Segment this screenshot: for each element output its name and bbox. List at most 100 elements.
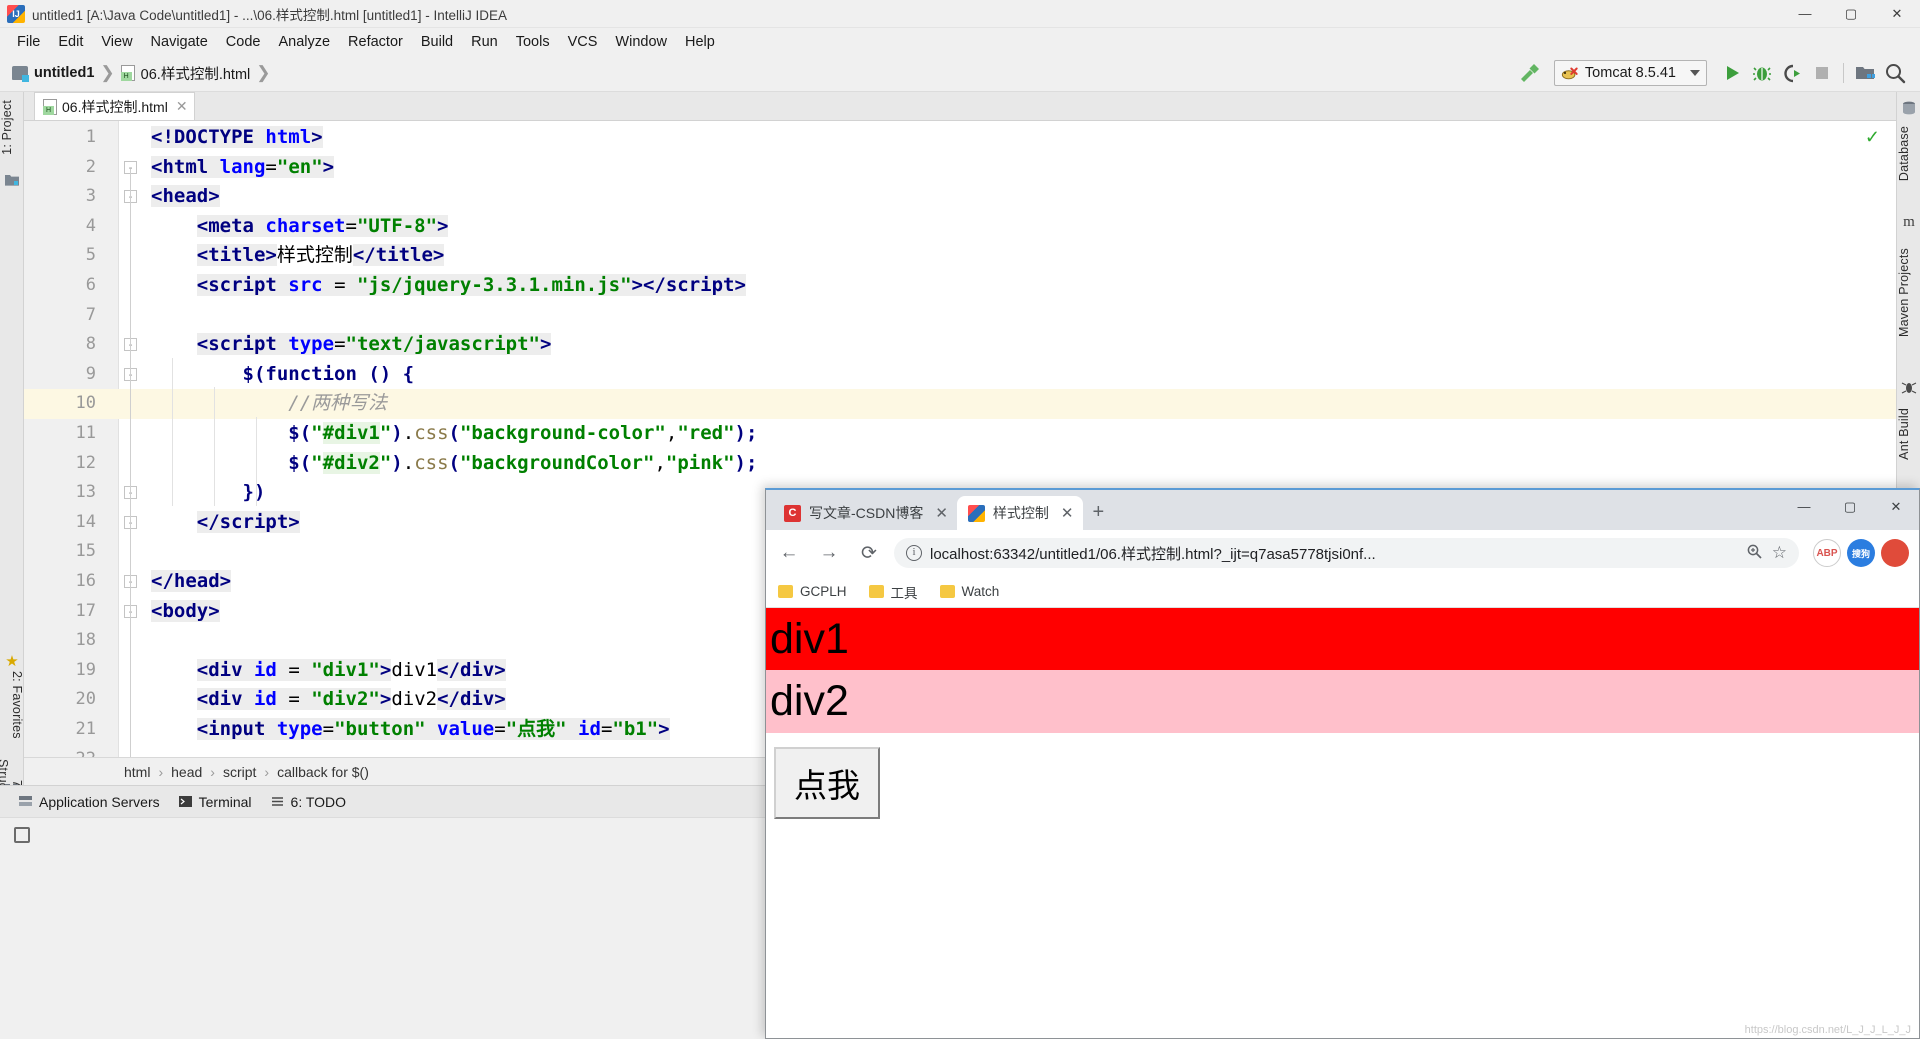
project-folder-icon — [12, 66, 29, 82]
menu-window[interactable]: Window — [606, 32, 676, 52]
menu-refactor[interactable]: Refactor — [339, 32, 412, 52]
menu-tools[interactable]: Tools — [507, 32, 559, 52]
stop-button[interactable] — [1807, 58, 1837, 88]
code-text: <body> — [151, 599, 220, 622]
tool-window-project[interactable]: 1: Project — [0, 96, 24, 159]
code-line[interactable] — [24, 301, 1896, 331]
navigation-bar: untitled1 ❯ 06.样式控制.html ❯ Tomca — [0, 55, 1920, 92]
chrome-browser-window[interactable]: C 写文章-CSDN博客 ✕ 样式控制 ✕ + — ▢ ✕ ← → ⟳ i lo… — [765, 488, 1920, 1039]
browser-tab-title: 样式控制 — [992, 505, 1049, 521]
editor-tab-style-control[interactable]: 06.样式控制.html ✕ — [34, 92, 195, 120]
inspection-ok-icon: ✓ — [1864, 127, 1880, 147]
new-tab-button[interactable]: + — [1093, 501, 1105, 524]
page-div1: div1 — [766, 608, 1919, 671]
tool-window-application-servers[interactable]: Application Servers — [18, 794, 160, 810]
menu-help[interactable]: Help — [676, 32, 724, 52]
menu-vcs[interactable]: VCS — [559, 32, 607, 52]
breadcrumb-file[interactable]: 06.样式控制.html — [141, 63, 251, 84]
page-div2: div2 — [766, 670, 1919, 733]
run-button[interactable] — [1717, 58, 1747, 88]
breadcrumb-callback[interactable]: callback for $() — [277, 764, 369, 780]
code-line[interactable] — [24, 182, 1896, 212]
menu-file[interactable]: File — [8, 32, 49, 52]
toolbar-divider — [1843, 63, 1844, 83]
browser-tab-style-control[interactable]: 样式控制 ✕ — [956, 496, 1083, 530]
menu-view[interactable]: View — [92, 32, 141, 52]
line-number: 2 — [85, 156, 96, 177]
run-with-coverage-button[interactable] — [1777, 58, 1807, 88]
zoom-icon[interactable] — [1746, 543, 1762, 563]
csdn-icon: C — [784, 504, 801, 522]
close-icon[interactable]: ✕ — [176, 98, 188, 115]
breadcrumb-script[interactable]: script — [223, 764, 256, 780]
line-number: 8 — [85, 334, 96, 355]
line-number: 13 — [75, 482, 96, 503]
database-icon — [1903, 101, 1915, 115]
line-number: 10 — [75, 393, 96, 414]
reload-button[interactable]: ⟳ — [852, 536, 886, 570]
search-everywhere-button[interactable] — [1880, 58, 1910, 88]
run-configuration-label: Tomcat 8.5.41 — [1584, 65, 1676, 81]
page-info-icon[interactable]: i — [906, 545, 922, 561]
breadcrumb-sep-icon: › — [158, 763, 164, 780]
code-text: <script src = "js/jquery-3.3.1.min.js"><… — [196, 274, 746, 296]
tool-window-todo[interactable]: 6: TODO — [270, 793, 347, 810]
maximize-button[interactable]: ▢ — [1828, 0, 1874, 28]
line-number: 11 — [75, 423, 96, 443]
code-text: <div id = "div1">div1</div> — [196, 658, 506, 681]
page-click-me-button[interactable]: 点我 — [774, 746, 880, 819]
line-number: 3 — [85, 186, 96, 207]
tool-window-database[interactable]: Database — [1897, 122, 1920, 185]
close-button[interactable]: ✕ — [1874, 0, 1920, 28]
browser-tab-csdn[interactable]: C 写文章-CSDN博客 ✕ — [773, 496, 957, 530]
back-button[interactable]: ← — [772, 536, 806, 570]
run-configuration-selector[interactable]: Tomcat 8.5.41 — [1553, 60, 1707, 86]
minimize-button[interactable]: — — [1782, 0, 1828, 28]
window-title-bar: untitled1 [A:\Java Code\untitled1] - ...… — [0, 0, 1920, 28]
menu-code[interactable]: Code — [217, 32, 270, 52]
hammer-icon[interactable] — [1514, 58, 1544, 88]
browser-maximize-button[interactable]: ▢ — [1827, 490, 1873, 523]
tool-window-maven-projects[interactable]: Maven Projects — [1897, 244, 1920, 341]
folder-icon — [939, 585, 955, 598]
menu-edit[interactable]: Edit — [49, 32, 92, 52]
tool-window-label: 6: TODO — [290, 793, 347, 810]
extension-blue-icon[interactable]: 搜狗 — [1847, 539, 1875, 567]
browser-minimize-button[interactable]: — — [1781, 490, 1827, 523]
extension-red-icon[interactable] — [1881, 539, 1909, 567]
code-text: <title>样式控制</title> — [196, 244, 445, 267]
breadcrumb-project[interactable]: untitled1 — [34, 65, 94, 81]
line-number: 1 — [85, 127, 96, 147]
close-icon[interactable]: ✕ — [935, 504, 948, 522]
breadcrumb-head[interactable]: head — [171, 764, 202, 780]
close-icon[interactable]: ✕ — [1061, 504, 1074, 522]
debug-button[interactable] — [1747, 58, 1777, 88]
event-log-icon[interactable] — [14, 826, 30, 843]
bookmark-watch[interactable]: Watch — [939, 584, 1000, 599]
project-structure-button[interactable] — [1850, 58, 1880, 88]
chevron-down-icon[interactable] — [1690, 70, 1700, 76]
breadcrumb-separator-icon-2: ❯ — [256, 63, 271, 82]
bookmark-label: Watch — [961, 584, 1000, 599]
window-title: untitled1 [A:\Java Code\untitled1] - ...… — [32, 7, 507, 23]
toolbar-actions: Tomcat 8.5.41 — [1514, 58, 1920, 88]
bookmark-gcplh[interactable]: GCPLH — [778, 584, 847, 599]
tool-window-ant-build[interactable]: Ant Build — [1897, 404, 1920, 464]
line-number: 22 — [24, 745, 96, 757]
tool-window-favorites[interactable]: 2: Favorites — [0, 667, 24, 743]
bookmark-star-icon[interactable]: ☆ — [1772, 543, 1787, 563]
menu-navigate[interactable]: Navigate — [142, 32, 217, 52]
menu-run[interactable]: Run — [462, 32, 507, 52]
address-bar[interactable]: i localhost:63342/untitled1/06.样式控制.html… — [894, 538, 1799, 568]
menu-analyze[interactable]: Analyze — [269, 32, 339, 52]
browser-close-button[interactable]: ✕ — [1873, 490, 1919, 523]
breadcrumb-html[interactable]: html — [124, 764, 150, 780]
tool-window-terminal[interactable]: Terminal — [178, 794, 252, 810]
adblock-plus-icon[interactable]: ABP — [1813, 539, 1841, 567]
bookmark-tools[interactable]: 工具 — [868, 582, 918, 602]
bookmark-label: 工具 — [890, 585, 918, 601]
forward-button[interactable]: → — [812, 536, 846, 570]
terminal-icon — [178, 794, 193, 809]
menu-build[interactable]: Build — [412, 32, 462, 52]
window-controls: — ▢ ✕ — [1782, 0, 1920, 28]
